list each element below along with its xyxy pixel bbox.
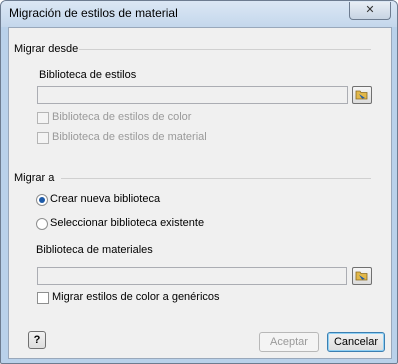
create-new-library-label: Crear nueva biblioteca (50, 193, 161, 205)
browse-materials-library-button[interactable] (352, 267, 372, 285)
folder-arrow-icon (355, 271, 368, 281)
dialog-window: Migración de estilos de material ✕ Migra… (0, 0, 398, 364)
browse-style-library-button[interactable] (352, 86, 372, 104)
section-divider (61, 178, 371, 179)
materials-library-input[interactable] (37, 267, 347, 285)
style-library-label: Biblioteca de estilos (39, 69, 137, 81)
material-style-library-checkbox[interactable] (37, 132, 49, 144)
migrate-color-to-generic-checkbox[interactable] (37, 292, 49, 304)
cancel-button[interactable]: Cancelar (327, 332, 385, 352)
close-icon: ✕ (365, 4, 375, 16)
materials-library-label: Biblioteca de materiales (36, 244, 153, 256)
style-library-input[interactable] (37, 86, 348, 104)
dialog-title: Migración de estilos de material (9, 6, 178, 20)
section-migrate-to-label: Migrar a (14, 172, 55, 184)
select-existing-library-label: Seleccionar biblioteca existente (50, 217, 205, 229)
section-migrate-from-label: Migrar desde (14, 43, 79, 55)
migrate-color-to-generic-label: Migrar estilos de color a genéricos (52, 291, 220, 303)
create-new-library-radio[interactable] (36, 194, 48, 206)
close-button[interactable]: ✕ (349, 2, 391, 20)
color-style-library-checkbox[interactable] (37, 112, 49, 124)
title-bar: Migración de estilos de material ✕ (1, 1, 397, 27)
help-icon: ? (33, 334, 41, 346)
color-style-library-label: Biblioteca de estilos de color (52, 111, 192, 123)
accept-button[interactable]: Aceptar (259, 332, 319, 352)
material-style-library-label: Biblioteca de estilos de material (52, 131, 207, 143)
folder-arrow-icon (355, 90, 368, 100)
dialog-body: Migrar desde Biblioteca de estilos Bibli… (8, 27, 392, 359)
help-button[interactable]: ? (28, 331, 46, 349)
section-divider (79, 49, 371, 50)
select-existing-library-radio[interactable] (36, 218, 48, 230)
